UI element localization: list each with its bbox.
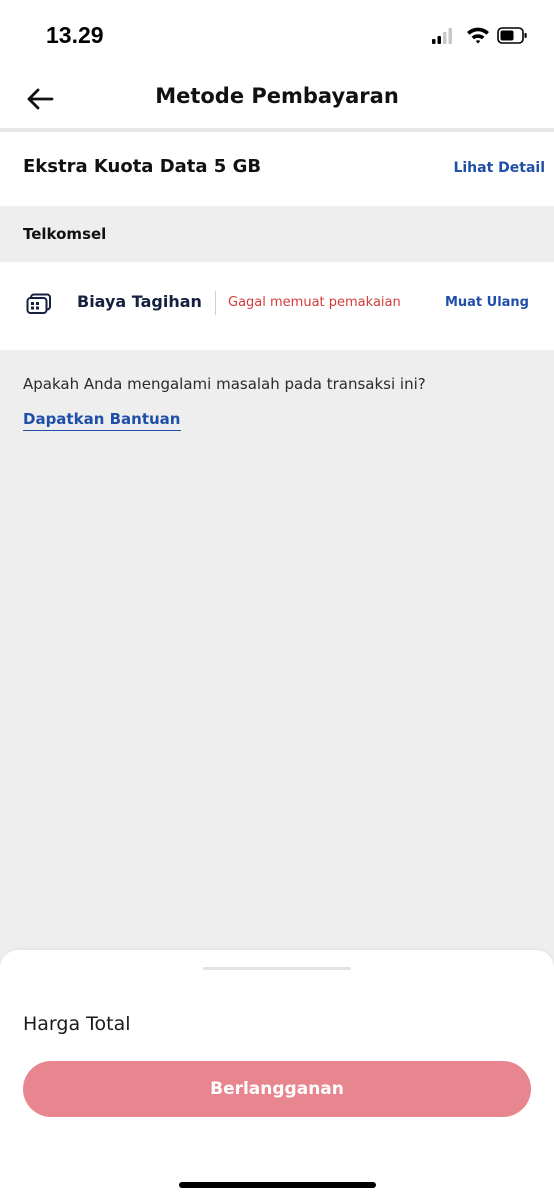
provider-section: Telkomsel [0,206,554,262]
page-title: Metode Pembayaran [155,84,399,108]
payment-method-name: Biaya Tagihan [77,292,202,311]
bottom-sheet: Harga Total Berlangganan [0,950,554,1200]
subscribe-button[interactable]: Berlangganan [23,1061,531,1117]
status-icons [428,24,532,48]
battery-icon [497,27,527,44]
status-time: 13.29 [46,22,104,48]
wifi-icon [467,27,489,44]
app-header: Metode Pembayaran [0,70,554,128]
reload-link[interactable]: Muat Ulang [445,295,529,310]
sim-card-icon [26,293,51,314]
signal-icon [432,28,452,44]
payment-method-row[interactable]: Biaya Tagihan Gagal memuat pemakaian Mua… [0,262,554,350]
status-bar: 13.29 [0,0,554,70]
error-message: Gagal memuat pemakaian [228,295,401,310]
home-indicator [179,1182,376,1188]
provider-label: Telkomsel [23,225,107,243]
total-price-label: Harga Total [23,1013,131,1035]
see-detail-link[interactable]: Lihat Detail [453,160,545,176]
product-name: Ekstra Kuota Data 5 GB [23,156,262,177]
product-row: Ekstra Kuota Data 5 GB Lihat Detail [0,132,554,206]
divider [215,291,216,315]
get-help-link[interactable]: Dapatkan Bantuan [23,410,181,431]
help-question: Apakah Anda mengalami masalah pada trans… [23,375,426,393]
sheet-handle[interactable] [203,967,351,970]
